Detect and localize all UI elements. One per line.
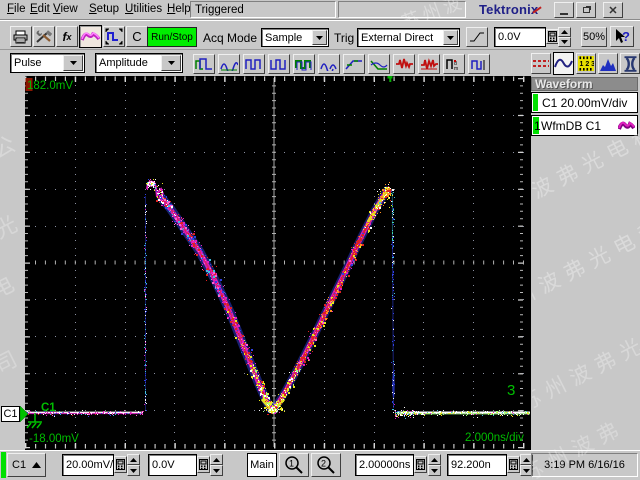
svg-text:2: 2 <box>321 459 326 469</box>
svg-text:?: ? <box>622 29 630 44</box>
svg-text:1 2 3: 1 2 3 <box>580 61 595 68</box>
svg-text:m: m <box>454 66 458 71</box>
svg-text:1: 1 <box>289 459 294 469</box>
